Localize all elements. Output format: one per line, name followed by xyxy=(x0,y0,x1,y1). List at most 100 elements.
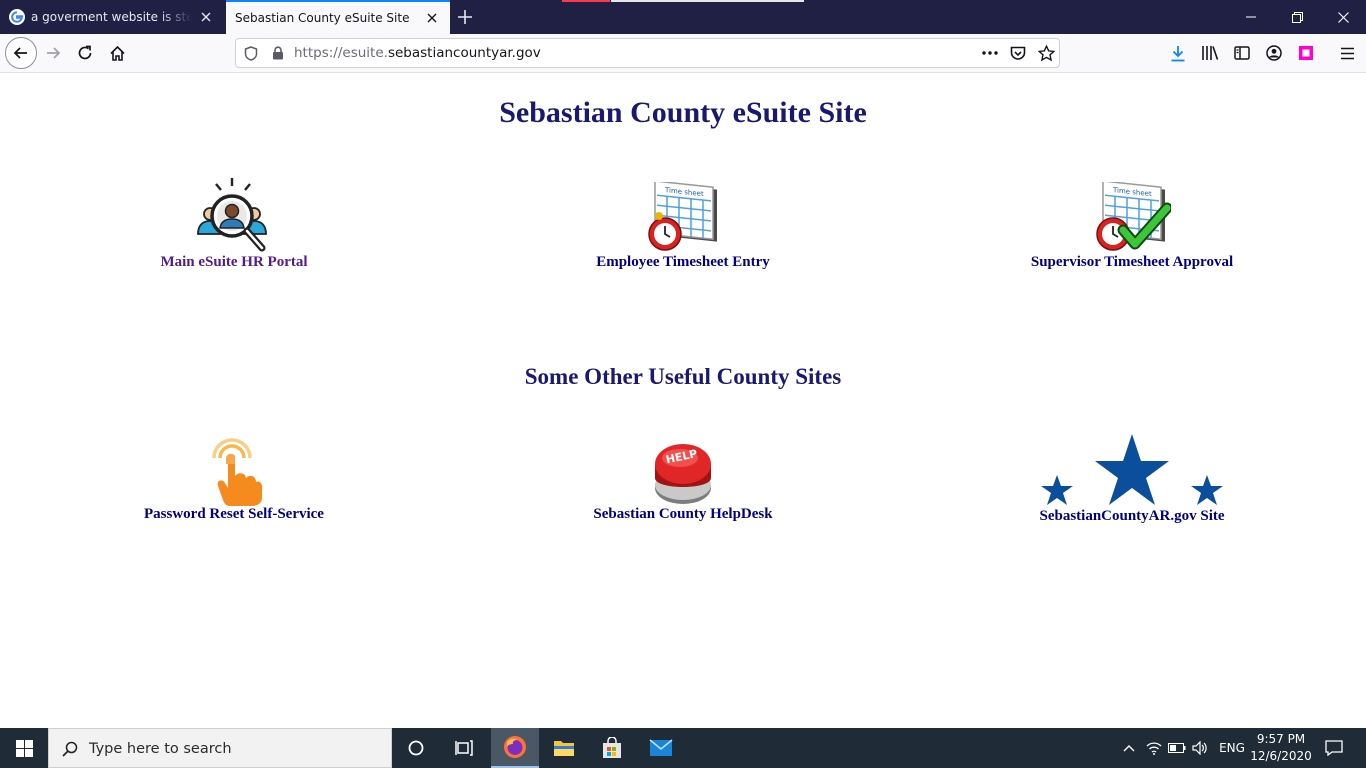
county-gov-site-label[interactable]: SebastianCountyAR.gov Site xyxy=(952,508,1312,525)
navigation-toolbar: https://esuite.sebastiancountyar.gov xyxy=(0,34,1366,73)
bookmark-star-icon[interactable] xyxy=(1037,44,1055,62)
tab-title: Sebastian County eSuite Site xyxy=(235,11,410,25)
extension-square-icon xyxy=(1299,46,1313,60)
taskbar-search-box[interactable]: Type here to search xyxy=(48,728,392,768)
close-icon xyxy=(1337,11,1349,23)
restore-icon xyxy=(1291,11,1303,23)
browser-titlebar: a goverment website is stealing Sebastia… xyxy=(0,0,1366,34)
minimize-icon xyxy=(1246,16,1256,18)
library-icon xyxy=(1202,46,1219,60)
timesheet-approval-check-icon: Time sheet xyxy=(1096,182,1171,251)
password-reset-link[interactable]: Password Reset Self-Service xyxy=(54,434,414,523)
section-heading: Some Other Useful County Sites xyxy=(524,364,842,389)
url-text[interactable]: https://esuite.sebastiancountyar.gov xyxy=(294,39,541,67)
sidebar-button[interactable] xyxy=(1227,38,1257,68)
network-status[interactable] xyxy=(1145,739,1163,757)
three-stars-icon xyxy=(1041,434,1223,505)
taskbar-firefox-button[interactable] xyxy=(491,728,539,768)
speaker-icon xyxy=(1192,741,1207,755)
back-button[interactable] xyxy=(5,37,37,69)
arrow-right-icon xyxy=(47,47,61,59)
search-placeholder: Type here to search xyxy=(89,741,232,757)
timesheet-entry-label[interactable]: Employee Timesheet Entry xyxy=(503,254,863,271)
close-window-button[interactable] xyxy=(1320,0,1366,34)
notification-icon xyxy=(1325,740,1343,756)
google-g-icon xyxy=(9,9,25,25)
taskbar-mail-button[interactable] xyxy=(637,728,685,768)
windows-taskbar: Type here to search ENG 9:57 PM 12/6/202… xyxy=(0,728,1366,768)
hr-portal-link[interactable]: Main eSuite HR Portal xyxy=(54,176,414,271)
action-center-button[interactable] xyxy=(1316,728,1352,768)
volume-control[interactable] xyxy=(1191,739,1209,757)
firefox-icon xyxy=(504,736,526,758)
cortana-circle-icon xyxy=(408,740,424,756)
battery-icon xyxy=(1168,743,1186,753)
password-reset-label[interactable]: Password Reset Self-Service xyxy=(54,506,414,523)
tap-finger-icon xyxy=(212,438,263,506)
minimize-button[interactable] xyxy=(1228,0,1274,34)
padlock-icon[interactable] xyxy=(269,44,287,62)
start-button[interactable] xyxy=(0,728,48,768)
sidebar-icon xyxy=(1234,46,1250,60)
taskbar-store-button[interactable] xyxy=(588,728,636,768)
page-actions-icon[interactable] xyxy=(981,44,999,62)
search-icon xyxy=(62,741,78,757)
tab-strip-indicator xyxy=(562,0,610,2)
address-bar[interactable]: https://esuite.sebastiancountyar.gov xyxy=(235,38,1060,68)
folder-icon xyxy=(554,741,574,756)
hr-search-people-icon xyxy=(197,178,267,252)
helpdesk-label[interactable]: Sebastian County HelpDesk xyxy=(503,506,863,523)
taskbar-file-explorer-button[interactable] xyxy=(540,728,588,768)
battery-status[interactable] xyxy=(1168,739,1186,757)
reload-icon xyxy=(78,45,92,60)
input-language[interactable]: ENG xyxy=(1216,728,1248,768)
forward-button[interactable] xyxy=(38,38,68,68)
tab-close-icon[interactable] xyxy=(198,9,214,25)
home-button[interactable] xyxy=(102,38,132,68)
account-button[interactable] xyxy=(1259,38,1289,68)
clock-date: 12/6/2020 xyxy=(1250,749,1312,763)
mail-envelope-icon xyxy=(649,739,673,756)
clock-time: 9:57 PM xyxy=(1256,732,1306,746)
plus-icon xyxy=(458,10,472,24)
downloads-button[interactable] xyxy=(1163,38,1193,68)
menu-button[interactable] xyxy=(1332,38,1362,68)
store-bag-icon xyxy=(603,737,621,758)
show-hidden-icons-button[interactable] xyxy=(1120,739,1138,757)
timesheet-clock-icon: Time sheet xyxy=(648,182,717,251)
tab-esuite-active[interactable]: Sebastian County eSuite Site xyxy=(226,0,450,34)
chevron-up-icon xyxy=(1123,745,1135,752)
task-view-icon xyxy=(455,740,473,756)
page-content: Sebastian County eSuite Site Main eSuite… xyxy=(0,74,1366,728)
tab-close-icon[interactable] xyxy=(424,10,440,26)
timesheet-entry-link[interactable]: Time sheet Employee Timesheet Entry xyxy=(503,182,863,271)
system-clock[interactable]: 9:57 PM 12/6/2020 xyxy=(1248,731,1314,765)
task-view-button[interactable] xyxy=(440,728,488,768)
restore-button[interactable] xyxy=(1274,0,1320,34)
hamburger-menu-icon xyxy=(1340,47,1354,59)
helpdesk-link[interactable]: HELP Sebastian County HelpDesk xyxy=(503,438,863,523)
tab-strip-indicator xyxy=(611,0,804,2)
library-button[interactable] xyxy=(1195,38,1225,68)
arrow-left-icon xyxy=(13,47,27,59)
wifi-icon xyxy=(1146,742,1162,755)
reload-button[interactable] xyxy=(70,38,100,68)
url-prefix: https://esuite. xyxy=(294,45,388,61)
tab-google-search[interactable]: a goverment website is stealing xyxy=(0,0,224,34)
download-arrow-icon xyxy=(1171,45,1185,61)
tab-title: a goverment website is stealing xyxy=(31,10,192,24)
account-icon xyxy=(1266,45,1282,61)
extension-button[interactable] xyxy=(1291,38,1321,68)
page-title: Sebastian County eSuite Site xyxy=(499,96,867,129)
new-tab-button[interactable] xyxy=(452,5,478,29)
tracking-protection-shield-icon[interactable] xyxy=(242,44,260,62)
timesheet-approval-link[interactable]: Time sheet Supervisor Timesheet Approval xyxy=(952,182,1312,271)
hr-portal-label[interactable]: Main eSuite HR Portal xyxy=(54,254,414,271)
help-button-icon: HELP xyxy=(655,444,711,504)
cortana-button[interactable] xyxy=(392,728,440,768)
home-icon xyxy=(109,45,125,61)
url-domain: sebastiancountyar.gov xyxy=(387,45,541,61)
timesheet-approval-label[interactable]: Supervisor Timesheet Approval xyxy=(952,254,1312,271)
county-gov-site-link[interactable]: SebastianCountyAR.gov Site xyxy=(952,432,1312,525)
pocket-icon[interactable] xyxy=(1009,44,1027,62)
